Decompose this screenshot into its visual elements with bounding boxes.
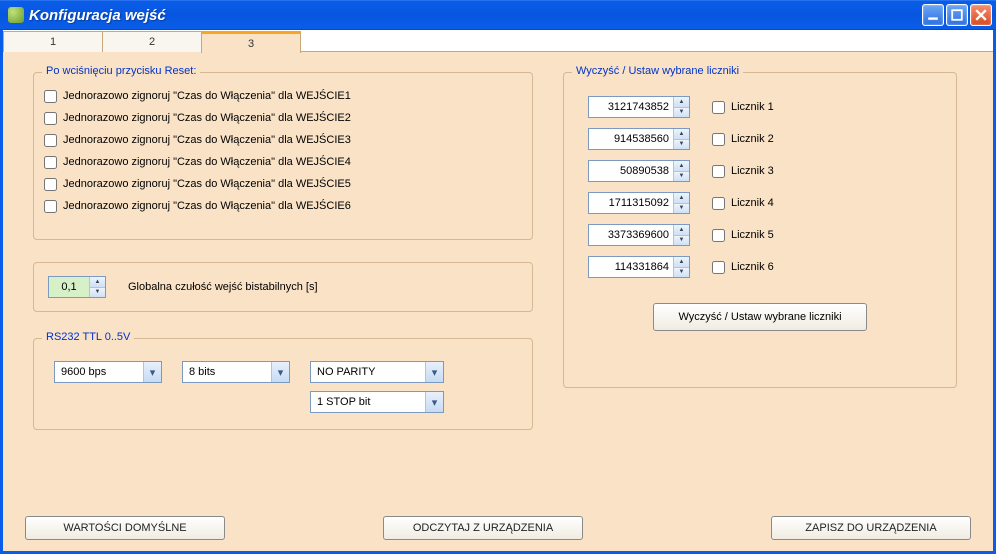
reset-item-1: Jednorazowo zignoruj "Czas do Włączenia"… [34,85,532,107]
counter-spinner-5[interactable]: ▲▼ [588,224,690,246]
counter-check-5[interactable] [712,229,725,242]
counter-row-6: ▲▼ Licznik 6 [564,251,956,283]
sensitivity-label: Globalna czułość wejść bistabilnych [s] [128,281,318,293]
counter-row-3: ▲▼ Licznik 3 [564,155,956,187]
counter-value-4[interactable] [589,193,673,213]
counter-value-3[interactable] [589,161,673,181]
counter-label-4: Licznik 4 [731,197,774,209]
counter-row-5: ▲▼ Licznik 5 [564,219,956,251]
client-area: 1 2 3 Po wciśnięciu przycisku Reset: Jed… [0,30,996,554]
reset-check-6[interactable] [44,200,57,213]
reset-check-1[interactable] [44,90,57,103]
rs232-legend: RS232 TTL 0..5V [42,331,134,343]
reset-label-6: Jednorazowo zignoruj "Czas do Włączenia"… [63,200,351,212]
counter-label-3: Licznik 3 [731,165,774,177]
reset-check-4[interactable] [44,156,57,169]
reset-item-4: Jednorazowo zignoruj "Czas do Włączenia"… [34,151,532,173]
reset-check-5[interactable] [44,178,57,191]
app-icon [8,7,24,23]
rs232-group: RS232 TTL 0..5V 9600 bps ▾ 8 bits ▾ NO P… [33,338,533,430]
counter-check-1[interactable] [712,101,725,114]
reset-item-5: Jednorazowo zignoruj "Czas do Włączenia"… [34,173,532,195]
sensitivity-arrows[interactable]: ▲▼ [89,277,105,297]
sensitivity-value[interactable] [49,277,89,297]
counter-check-6[interactable] [712,261,725,274]
stopbit-value: 1 STOP bit [317,396,370,408]
reset-check-3[interactable] [44,134,57,147]
tab-pane: Po wciśnięciu przycisku Reset: Jednorazo… [3,52,993,550]
counter-value-5[interactable] [589,225,673,245]
reset-group: Po wciśnięciu przycisku Reset: Jednorazo… [33,72,533,240]
read-device-button[interactable]: ODCZYTAJ Z URZĄDZENIA [383,516,583,540]
reset-item-3: Jednorazowo zignoruj "Czas do Włączenia"… [34,129,532,151]
counters-legend: Wyczyść / Ustaw wybrane liczniki [572,65,743,77]
chevron-down-icon: ▾ [143,362,161,382]
reset-label-2: Jednorazowo zignoruj "Czas do Włączenia"… [63,112,351,124]
counter-check-3[interactable] [712,165,725,178]
defaults-button[interactable]: WARTOŚCI DOMYŚLNE [25,516,225,540]
baud-combo[interactable]: 9600 bps ▾ [54,361,162,383]
reset-label-1: Jednorazowo zignoruj "Czas do Włączenia"… [63,90,351,102]
counter-value-2[interactable] [589,129,673,149]
reset-label-3: Jednorazowo zignoruj "Czas do Włączenia"… [63,134,351,146]
baud-value: 9600 bps [61,366,106,378]
tab-2[interactable]: 2 [102,31,202,52]
reset-item-2: Jednorazowo zignoruj "Czas do Włączenia"… [34,107,532,129]
reset-label-5: Jednorazowo zignoruj "Czas do Włączenia"… [63,178,351,190]
sensitivity-group: ▲▼ Globalna czułość wejść bistabilnych [… [33,262,533,312]
bits-combo[interactable]: 8 bits ▾ [182,361,290,383]
bits-value: 8 bits [189,366,215,378]
titlebar: Konfiguracja wejść [0,0,996,30]
chevron-down-icon: ▾ [425,362,443,382]
reset-group-legend: Po wciśnięciu przycisku Reset: [42,65,200,77]
chevron-down-icon: ▾ [425,392,443,412]
counter-label-6: Licznik 6 [731,261,774,273]
sensitivity-spinner[interactable]: ▲▼ [48,276,106,298]
counter-label-5: Licznik 5 [731,229,774,241]
counter-value-1[interactable] [589,97,673,117]
counters-group: Wyczyść / Ustaw wybrane liczniki ▲▼ Licz… [563,72,957,388]
counter-row-1: ▲▼ Licznik 1 [564,91,956,123]
counter-row-4: ▲▼ Licznik 4 [564,187,956,219]
counter-spinner-4[interactable]: ▲▼ [588,192,690,214]
counter-label-1: Licznik 1 [731,101,774,113]
counter-label-2: Licznik 2 [731,133,774,145]
save-device-button[interactable]: ZAPISZ DO URZĄDZENIA [771,516,971,540]
counter-spinner-2[interactable]: ▲▼ [588,128,690,150]
chevron-down-icon: ▾ [271,362,289,382]
reset-label-4: Jednorazowo zignoruj "Czas do Włączenia"… [63,156,351,168]
counter-check-4[interactable] [712,197,725,210]
counter-spinner-6[interactable]: ▲▼ [588,256,690,278]
counter-spinner-1[interactable]: ▲▼ [588,96,690,118]
tabstrip: 1 2 3 [3,30,993,52]
counter-value-6[interactable] [589,257,673,277]
window-title: Konfiguracja wejść [29,7,922,24]
tab-1[interactable]: 1 [3,31,103,52]
counter-row-2: ▲▼ Licznik 2 [564,123,956,155]
reset-check-2[interactable] [44,112,57,125]
maximize-button[interactable] [946,4,968,26]
counter-spinner-3[interactable]: ▲▼ [588,160,690,182]
parity-combo[interactable]: NO PARITY ▾ [310,361,444,383]
tab-3[interactable]: 3 [201,31,301,53]
minimize-button[interactable] [922,4,944,26]
counter-check-2[interactable] [712,133,725,146]
reset-item-6: Jednorazowo zignoruj "Czas do Włączenia"… [34,195,532,217]
parity-value: NO PARITY [317,366,375,378]
stopbit-combo[interactable]: 1 STOP bit ▾ [310,391,444,413]
close-button[interactable] [970,4,992,26]
clear-set-counters-button[interactable]: Wyczyść / Ustaw wybrane liczniki [653,303,867,331]
